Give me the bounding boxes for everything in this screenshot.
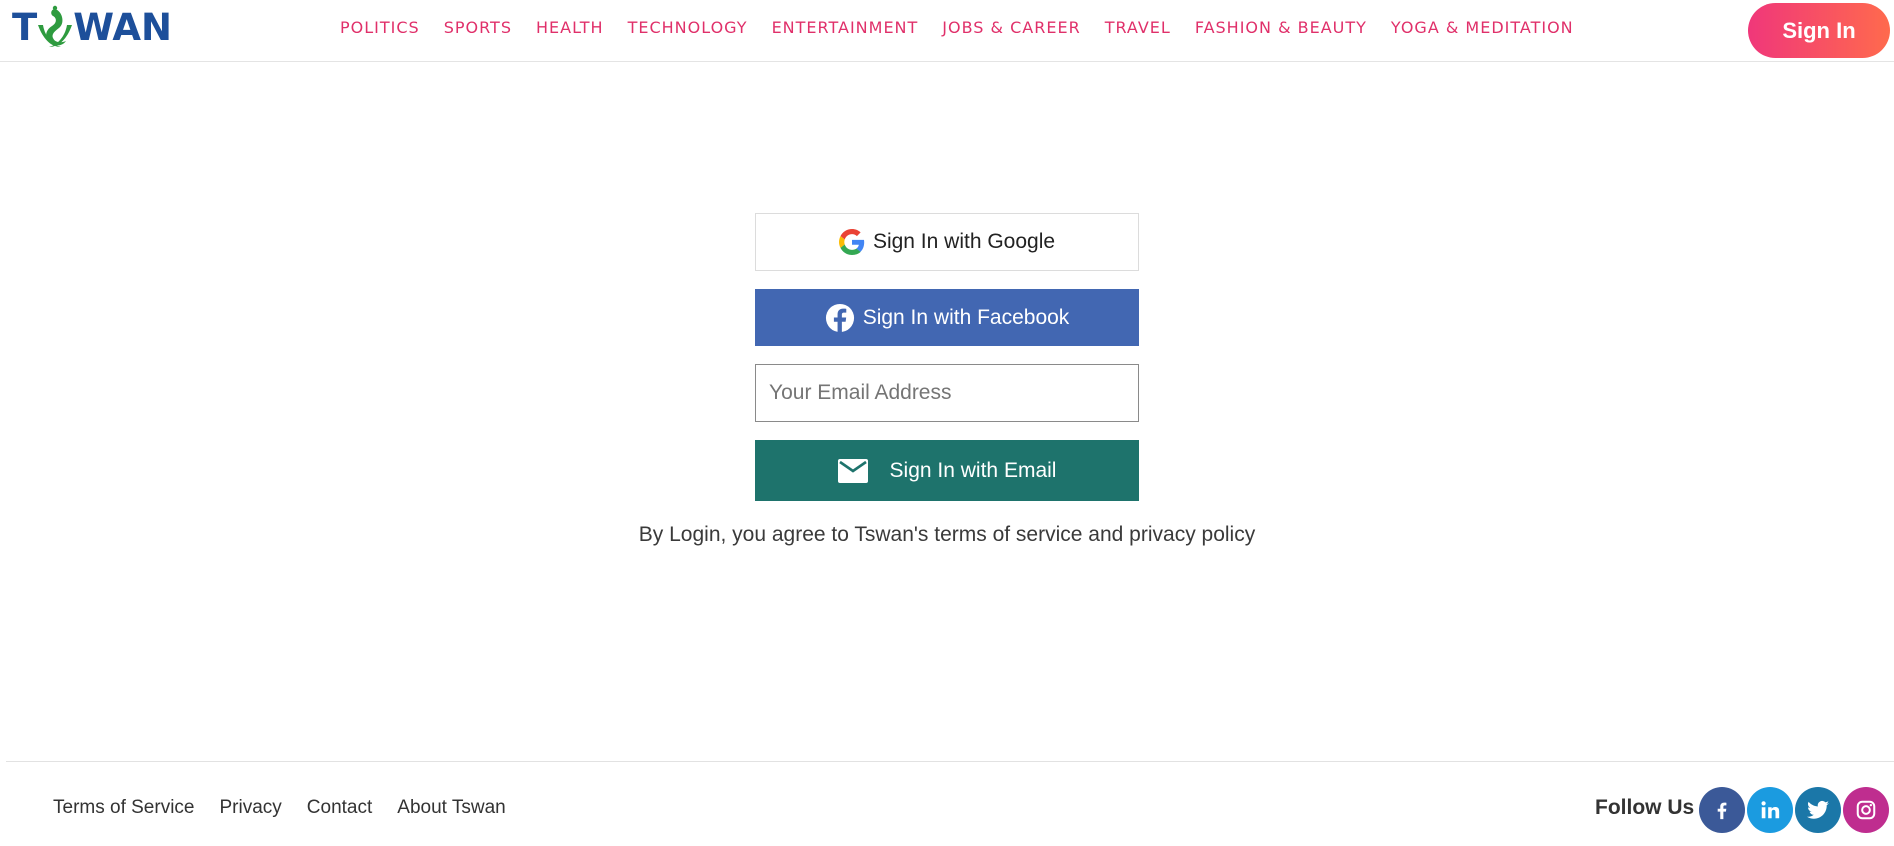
nav-item-fashion-beauty[interactable]: FASHION & BEAUTY (1195, 16, 1367, 40)
social-twitter-button[interactable] (1795, 787, 1841, 833)
nav-item-health[interactable]: HEALTH (536, 16, 604, 40)
envelope-icon (837, 458, 868, 483)
footer-link-privacy[interactable]: Privacy (219, 797, 281, 819)
agreement-prefix: By Login, you agree to Tswan's (638, 523, 935, 546)
nav-item-entertainment[interactable]: ENTERTAINMENT (772, 16, 919, 40)
agreement-and: and (1082, 523, 1130, 546)
logo-text-right: WAN (73, 6, 173, 49)
login-agreement-text: By Login, you agree to Tswan's terms of … (0, 523, 1894, 547)
footer-link-terms[interactable]: Terms of Service (53, 797, 194, 819)
email-input[interactable] (755, 364, 1139, 422)
footer-divider (6, 761, 1894, 762)
nav-item-yoga-meditation[interactable]: YOGA & MEDITATION (1391, 16, 1574, 40)
nav-item-sports[interactable]: SPORTS (444, 16, 512, 40)
instagram-icon (1856, 800, 1876, 820)
follow-us-label: Follow Us (1595, 796, 1695, 819)
logo-text-left: T (12, 6, 38, 49)
email-sign-in-button[interactable]: Sign In with Email (755, 440, 1139, 501)
facebook-icon (825, 303, 855, 333)
facebook-icon (1717, 802, 1727, 820)
sign-in-form: Sign In with Google Sign In with Faceboo… (755, 213, 1139, 501)
social-linkedin-button[interactable] (1747, 787, 1793, 833)
nav-item-travel[interactable]: TRAVEL (1105, 16, 1171, 40)
social-instagram-button[interactable] (1843, 787, 1889, 833)
facebook-sign-in-button[interactable]: Sign In with Facebook (755, 289, 1139, 346)
terms-of-service-link[interactable]: terms of service (934, 523, 1082, 546)
header-sign-in-button[interactable]: Sign In (1748, 3, 1890, 58)
social-facebook-button[interactable] (1699, 787, 1745, 833)
facebook-sign-in-label: Sign In with Facebook (862, 305, 1070, 329)
linkedin-icon (1761, 801, 1780, 819)
privacy-policy-link[interactable]: privacy policy (1129, 523, 1255, 546)
nav-item-jobs-career[interactable]: JOBS & CAREER (942, 16, 1080, 40)
nav-item-technology[interactable]: TECHNOLOGY (628, 16, 748, 40)
email-sign-in-label: Sign In with Email (889, 458, 1057, 482)
main-nav: POLITICS SPORTS HEALTH TECHNOLOGY ENTERT… (340, 16, 1598, 40)
google-icon (838, 229, 865, 255)
footer-links: Terms of Service Privacy Contact About T… (53, 797, 531, 819)
nav-item-politics[interactable]: POLITICS (340, 16, 420, 40)
site-header: T WAN POLITICS SPORTS HEALTH TECHNOLOGY … (0, 0, 1894, 62)
google-sign-in-button[interactable]: Sign In with Google (755, 213, 1139, 271)
footer-link-about[interactable]: About Tswan (397, 797, 505, 819)
site-logo[interactable]: T WAN (12, 4, 172, 52)
swan-logo-icon (38, 5, 73, 47)
footer-link-contact[interactable]: Contact (307, 797, 372, 819)
twitter-icon (1807, 800, 1829, 819)
google-sign-in-label: Sign In with Google (872, 230, 1056, 253)
